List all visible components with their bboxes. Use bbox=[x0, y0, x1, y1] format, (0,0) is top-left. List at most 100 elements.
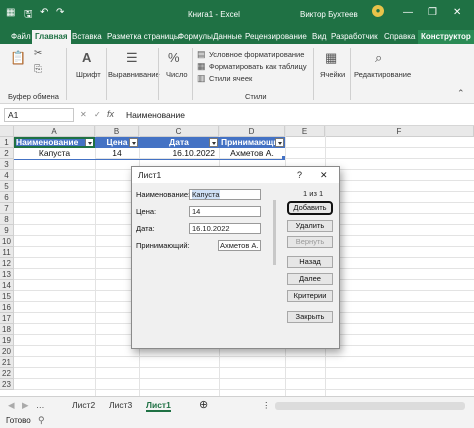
row-header[interactable]: 4 bbox=[0, 170, 14, 181]
filter-dropdown-icon[interactable] bbox=[209, 138, 218, 147]
user-name[interactable]: Виктор Бухтеев bbox=[300, 10, 358, 19]
enter-icon[interactable]: ✓ bbox=[94, 110, 101, 119]
cells-icon[interactable]: ▦ bbox=[325, 50, 337, 66]
sheet-tab[interactable]: Лист2 bbox=[72, 400, 95, 410]
row-header[interactable]: 3 bbox=[0, 159, 14, 170]
scroll-right-icon[interactable]: ▶ bbox=[22, 400, 29, 411]
minimize-icon[interactable]: — bbox=[403, 7, 413, 18]
row-header[interactable]: 17 bbox=[0, 313, 14, 324]
filter-dropdown-icon[interactable] bbox=[129, 138, 138, 147]
undo-icon[interactable]: ↶ bbox=[40, 7, 48, 18]
close-button[interactable]: Закрыть bbox=[287, 311, 333, 323]
name-box[interactable]: A1 bbox=[4, 108, 74, 122]
table-resize-handle[interactable] bbox=[282, 156, 285, 159]
filter-dropdown-icon[interactable] bbox=[275, 138, 284, 147]
tab-file[interactable]: Файл bbox=[8, 30, 34, 44]
tab-data[interactable]: Данные bbox=[210, 30, 245, 44]
conditional-format-button[interactable]: Условное форматирование bbox=[209, 50, 304, 59]
table-cell[interactable]: 14 bbox=[95, 148, 139, 159]
font-group-label[interactable]: Шрифт bbox=[76, 70, 101, 79]
alignment-group-label[interactable]: Выравнивание bbox=[108, 70, 160, 79]
tab-view[interactable]: Вид bbox=[309, 30, 329, 44]
row-header[interactable]: 6 bbox=[0, 192, 14, 203]
format-as-table-button[interactable]: Форматировать как таблицу bbox=[209, 62, 307, 71]
percent-icon[interactable]: % bbox=[168, 50, 180, 65]
redo-icon[interactable]: ↷ bbox=[56, 7, 64, 18]
name-field[interactable]: Капуста bbox=[189, 189, 261, 200]
row-header[interactable]: 19 bbox=[0, 335, 14, 346]
close-window-icon[interactable]: ✕ bbox=[453, 7, 461, 18]
next-button[interactable]: Далее bbox=[287, 273, 333, 285]
help-icon[interactable]: ? bbox=[297, 167, 302, 183]
sheet-options-icon[interactable]: ⋮ bbox=[262, 400, 271, 411]
previous-button[interactable]: Назад bbox=[287, 256, 333, 268]
tab-insert[interactable]: Вставка bbox=[69, 30, 105, 44]
cancel-icon[interactable]: ✕ bbox=[80, 110, 87, 119]
tab-developer[interactable]: Разработчик bbox=[328, 30, 381, 44]
number-group-label[interactable]: Число bbox=[166, 70, 188, 79]
row-header[interactable]: 13 bbox=[0, 269, 14, 280]
column-header[interactable]: A bbox=[14, 126, 95, 137]
row-header[interactable]: 22 bbox=[0, 368, 14, 379]
tab-help[interactable]: Справка bbox=[381, 30, 418, 44]
avatar[interactable]: ● bbox=[372, 5, 384, 17]
record-scrollbar[interactable] bbox=[273, 200, 276, 265]
receiver-field[interactable]: Ахметов А. bbox=[218, 240, 261, 251]
close-dialog-icon[interactable]: ✕ bbox=[320, 167, 328, 183]
row-header[interactable]: 10 bbox=[0, 236, 14, 247]
fx-icon[interactable]: fx bbox=[107, 109, 114, 119]
delete-button[interactable]: Удалить bbox=[287, 220, 333, 232]
editing-group-label[interactable]: Редактирование bbox=[354, 70, 411, 79]
search-icon[interactable]: ⌕ bbox=[375, 50, 382, 66]
row-header[interactable]: 21 bbox=[0, 357, 14, 368]
column-header[interactable]: F bbox=[325, 126, 474, 137]
cells-group-label[interactable]: Ячейки bbox=[320, 70, 345, 79]
scroll-left-icon[interactable]: ◀ bbox=[8, 400, 15, 411]
tab-page-layout[interactable]: Разметка страницы bbox=[104, 30, 183, 44]
select-all-corner[interactable] bbox=[0, 126, 14, 137]
column-header[interactable]: C bbox=[139, 126, 219, 137]
paste-icon[interactable]: 📋 bbox=[10, 50, 26, 66]
horizontal-scrollbar[interactable] bbox=[275, 402, 465, 410]
maximize-icon[interactable]: ❐ bbox=[428, 7, 437, 18]
price-field[interactable]: 14 bbox=[189, 206, 261, 217]
accessibility-icon[interactable]: ⚲ bbox=[38, 415, 45, 426]
sheet-tab[interactable]: Лист3 bbox=[109, 400, 132, 410]
row-header[interactable]: 2 bbox=[0, 148, 14, 159]
criteria-button[interactable]: Критерии bbox=[287, 290, 333, 302]
row-header[interactable]: 11 bbox=[0, 247, 14, 258]
column-header[interactable]: E bbox=[285, 126, 325, 137]
row-header[interactable]: 12 bbox=[0, 258, 14, 269]
cell-styles-button[interactable]: Стили ячеек bbox=[209, 74, 252, 83]
save-icon[interactable]: 🖫 bbox=[24, 7, 33, 24]
row-header[interactable]: 15 bbox=[0, 291, 14, 302]
row-header[interactable]: 16 bbox=[0, 302, 14, 313]
restore-button[interactable]: Вернуть bbox=[287, 236, 333, 248]
add-sheet-icon[interactable]: ⊕ bbox=[199, 398, 208, 411]
row-header[interactable]: 5 bbox=[0, 181, 14, 192]
tab-home[interactable]: Главная bbox=[32, 30, 71, 44]
row-header[interactable]: 23 bbox=[0, 379, 14, 390]
date-field[interactable]: 16.10.2022 bbox=[189, 223, 261, 234]
row-header[interactable]: 8 bbox=[0, 214, 14, 225]
row-header[interactable]: 18 bbox=[0, 324, 14, 335]
tab-table-design[interactable]: Конструктор bbox=[418, 30, 474, 44]
row-header[interactable]: 20 bbox=[0, 346, 14, 357]
formula-input[interactable]: Наименование bbox=[120, 108, 464, 122]
row-header[interactable]: 9 bbox=[0, 225, 14, 236]
column-header[interactable]: B bbox=[95, 126, 139, 137]
sheet-options-icon[interactable]: … bbox=[36, 400, 45, 410]
cut-icon[interactable]: ✂ bbox=[34, 48, 42, 59]
font-icon[interactable]: A bbox=[82, 50, 91, 65]
sheet-tab-active[interactable]: Лист1 bbox=[146, 400, 171, 412]
table-header-date[interactable]: Дата bbox=[139, 137, 219, 148]
row-header[interactable]: 7 bbox=[0, 203, 14, 214]
column-header[interactable]: D bbox=[219, 126, 285, 137]
row-header[interactable]: 1 bbox=[0, 137, 14, 148]
collapse-ribbon-icon[interactable]: ⌃ bbox=[457, 88, 465, 99]
copy-icon[interactable]: ⎘ bbox=[34, 64, 42, 75]
table-cell[interactable]: 16.10.2022 bbox=[139, 148, 219, 159]
add-button[interactable]: Добавить bbox=[287, 201, 333, 215]
table-cell[interactable]: Капуста bbox=[14, 148, 95, 159]
alignment-icon[interactable]: ☰ bbox=[126, 50, 138, 66]
